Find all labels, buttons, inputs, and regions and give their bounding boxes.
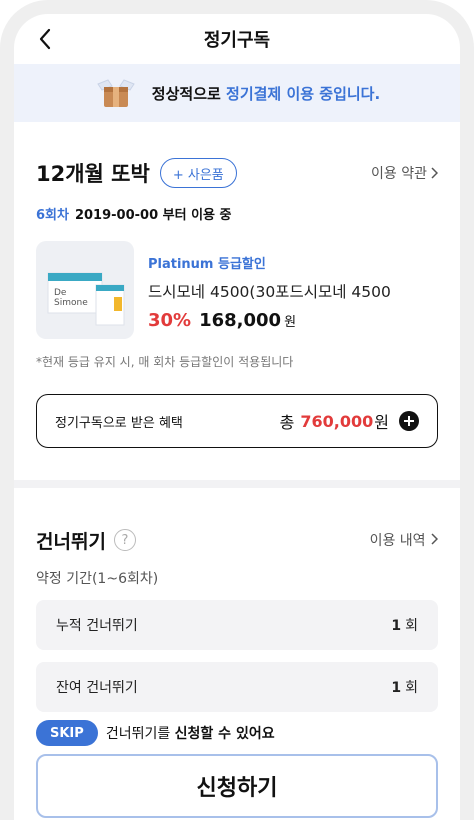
plus-circle-icon[interactable] bbox=[399, 411, 419, 431]
product-name: 드시모네 4500(30포드시모네 4500 bbox=[148, 283, 391, 301]
plan-row: 12개월 또박 + 사은품 이용 약관 bbox=[36, 156, 438, 190]
subscription-card: 12개월 또박 + 사은품 이용 약관 6회차 2019-00-00 부터 이용 … bbox=[14, 156, 460, 448]
page-title: 정기구독 bbox=[203, 30, 271, 51]
plan-name: 12개월 또박 bbox=[36, 162, 150, 186]
product-info: Platinum 등급할인 드시모네 4500(30포드시모네 4500 30%… bbox=[148, 241, 391, 339]
grade-discount: Platinum 등급할인 bbox=[148, 257, 266, 272]
skip-promo: SKIP 건너뛰기를 신청할 수 있어요 bbox=[36, 720, 438, 746]
skip-badge: SKIP bbox=[36, 720, 98, 746]
skip-section: 건너뛰기 ? 이용 내역 약정 기간(1~6회차) 누적 건너뛰기 1회 잔여 … bbox=[14, 524, 460, 818]
contract-term: 약정 기간(1~6회차) bbox=[36, 571, 159, 587]
status-banner: 정상적으로 정기결제 이용 중입니다. bbox=[14, 64, 460, 122]
apply-button[interactable]: 신청하기 bbox=[36, 754, 438, 818]
skip-header: 건너뛰기 ? 이용 내역 bbox=[36, 524, 439, 556]
grade-notice: *현재 등급 유지 시, 매 회차 등급할인이 적용됩니다 bbox=[36, 355, 294, 369]
screen: 정기구독 정상적으로 정기결제 이용 중입니다. 12개월 또박 + 사은품 이… bbox=[14, 14, 460, 820]
product: De Simone Platinum 등급할인 드시모네 4500(30포드시모… bbox=[36, 241, 438, 339]
header: 정기구독 bbox=[14, 14, 460, 64]
help-icon[interactable]: ? bbox=[113, 529, 136, 551]
terms-link[interactable]: 이용 약관 bbox=[371, 163, 438, 183]
benefit-total: 총 760,000 원 bbox=[280, 409, 419, 433]
price-currency: 원 bbox=[284, 315, 297, 330]
benefit-amount: 760,000 bbox=[300, 411, 374, 431]
subscription-count: 6회차 bbox=[36, 208, 69, 223]
price-row: 30% 168,000 원 bbox=[148, 310, 391, 331]
accumulated-skip: 누적 건너뛰기 1회 bbox=[36, 600, 438, 650]
chevron-right-icon bbox=[431, 167, 438, 179]
history-link[interactable]: 이용 내역 bbox=[370, 530, 439, 550]
discount-rate: 30% bbox=[148, 310, 192, 331]
chevron-left-icon bbox=[39, 28, 51, 50]
product-box-illustration: De Simone bbox=[47, 272, 125, 326]
product-image[interactable]: De Simone bbox=[36, 241, 134, 339]
svg-text:Simone: Simone bbox=[54, 298, 88, 308]
promo-text: 건너뛰기를 신청할 수 있어요 bbox=[105, 726, 275, 742]
banner-text: 정상적으로 정기결제 이용 중입니다. bbox=[151, 84, 381, 103]
back-button[interactable] bbox=[32, 26, 58, 52]
subscription-info: 6회차 2019-00-00 부터 이용 중 bbox=[36, 204, 438, 223]
svg-text:De: De bbox=[54, 288, 67, 298]
gift-button[interactable]: + 사은품 bbox=[159, 158, 237, 188]
remaining-skip: 잔여 건너뛰기 1회 bbox=[36, 662, 438, 712]
chevron-right-icon bbox=[431, 533, 439, 545]
price: 168,000 bbox=[199, 310, 282, 331]
subscription-since: 2019-00-00 부터 이용 중 bbox=[74, 208, 232, 223]
benefit-box[interactable]: 정기구독으로 받은 혜택 총 760,000 원 bbox=[36, 394, 438, 448]
benefit-label: 정기구독으로 받은 혜택 bbox=[55, 415, 183, 431]
skip-title: 건너뛰기 bbox=[36, 530, 106, 553]
section-divider bbox=[14, 480, 460, 488]
package-icon bbox=[97, 79, 135, 107]
